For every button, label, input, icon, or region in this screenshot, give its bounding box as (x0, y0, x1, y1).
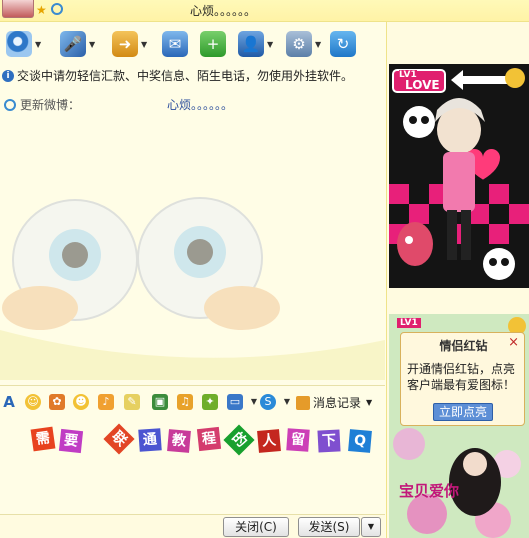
char-tile: 教 (167, 429, 191, 453)
security-notice: i 交谈中请勿轻信汇款、中奖信息、陌生电话，勿使用外挂软件。 (2, 67, 353, 84)
share-screen-button[interactable]: ✉ (162, 28, 188, 60)
level-badge: LV1 (397, 318, 421, 328)
chevron-down-icon[interactable]: ▼ (279, 394, 295, 410)
share-screen-icon: ✉ (162, 31, 188, 57)
popup-text: 开通情侣红钻，点亮客户端最有爱图标！ (407, 362, 516, 392)
send-options-button[interactable]: ▼ (361, 517, 381, 537)
char-tile: 程 (196, 426, 222, 452)
bottom-bar: 关闭(C) 发送(S) ▼ (0, 514, 385, 538)
main-toolbar: ▼ 🎤 ▼ ➜ ▼ ✉ + 👤 ▼ ⚙ ▼ ↻ (0, 26, 388, 62)
char-tile: 联 (103, 423, 135, 455)
image-icon[interactable]: ▣ (152, 394, 168, 410)
edit-icon[interactable]: ✎ (124, 394, 140, 410)
divider (0, 385, 385, 386)
char-tile: 下 (317, 429, 341, 453)
char-tile: 留 (286, 428, 310, 452)
chevron-down-icon[interactable]: ▼ (89, 40, 95, 49)
search-icon[interactable] (51, 3, 63, 15)
weibo-label: 更新微博： (20, 98, 81, 112)
emoticon-icon[interactable]: ☺ (25, 394, 41, 410)
close-icon[interactable]: × (508, 335, 519, 350)
music-icon[interactable]: ♫ (177, 394, 193, 410)
weibo-status: 更新微博： (4, 96, 80, 113)
char-tile: 需 (30, 426, 56, 452)
voice-call-icon: 🎤 (60, 31, 86, 57)
voice-call-button[interactable]: 🎤 ▼ (60, 28, 95, 60)
char-tile: 要 (58, 428, 84, 454)
weibo-icon (4, 98, 16, 111)
font-icon[interactable]: A (1, 394, 17, 410)
refresh-icon: ↻ (330, 31, 356, 57)
message-history-button[interactable]: 消息记录 ▼ (296, 394, 372, 411)
char-tile: 的 (223, 424, 255, 456)
refresh-button[interactable]: ↻ (330, 28, 356, 60)
magic-emoticon-icon[interactable]: ✿ (49, 394, 65, 410)
char-tile: 人 (257, 429, 281, 453)
message-history-label: 消息记录 (313, 396, 362, 410)
char-tile: 通 (138, 428, 162, 452)
profile-icon: 👤 (238, 31, 264, 57)
search-web-icon[interactable]: S (260, 394, 276, 410)
send-file-button[interactable]: ➜ ▼ (112, 28, 147, 60)
send-file-icon: ➜ (112, 31, 138, 57)
love-label: LOVE (405, 78, 440, 92)
add-app-button[interactable]: + (200, 28, 226, 60)
close-button[interactable]: 关闭(C) (223, 517, 289, 537)
chevron-down-icon[interactable]: ▼ (315, 40, 321, 49)
weibo-message[interactable]: 心烦。。。。。。 (167, 96, 233, 113)
title-bar: ★ 心烦。。。。。。 (0, 0, 529, 22)
video-call-icon (6, 31, 32, 57)
contact-show-panel[interactable]: LV1 LOVE (389, 64, 529, 288)
voice-message-icon[interactable]: ♪ (98, 394, 114, 410)
settings-icon: ⚙ (286, 31, 312, 57)
add-app-icon: + (200, 31, 226, 57)
chevron-down-icon[interactable]: ▼ (267, 40, 273, 49)
profile-button[interactable]: 👤 ▼ (238, 28, 273, 60)
gift-icon[interactable]: ✦ (202, 394, 218, 410)
promo-footer: 宝贝爱你 (399, 482, 460, 500)
char-tile: Q (348, 429, 372, 453)
chevron-down-icon[interactable]: ▼ (35, 40, 41, 49)
settings-button[interactable]: ⚙ ▼ (286, 28, 321, 60)
star-icon[interactable]: ★ (36, 3, 47, 17)
chevron-down-icon[interactable]: ▼ (366, 398, 372, 407)
message-input[interactable]: 需 要 联 通 教 程 的 人 留 下 Q (0, 416, 385, 512)
info-icon: i (2, 69, 14, 82)
red-diamond-popup: 情侣红钻 × 开通情侣红钻，点亮客户端最有爱图标！ 立即点亮 (400, 332, 525, 426)
activate-button[interactable]: 立即点亮 (433, 403, 493, 421)
video-call-button[interactable]: ▼ (6, 28, 41, 60)
chevron-down-icon: ▼ (367, 522, 375, 531)
send-button[interactable]: 发送(S) (298, 517, 360, 537)
screenshot-icon[interactable]: ▭ (227, 394, 243, 410)
contact-signature: 心烦。。。。。。 (190, 4, 257, 18)
chevron-down-icon[interactable]: ▼ (141, 40, 147, 49)
chat-background-image (0, 197, 385, 380)
security-notice-text: 交谈中请勿轻信汇款、中奖信息、陌生电话，勿使用外挂软件。 (17, 69, 354, 83)
avatar[interactable] (2, 0, 34, 18)
shake-icon[interactable]: ☻ (73, 394, 89, 410)
show-avatar-image (389, 64, 529, 288)
history-icon (296, 395, 310, 410)
